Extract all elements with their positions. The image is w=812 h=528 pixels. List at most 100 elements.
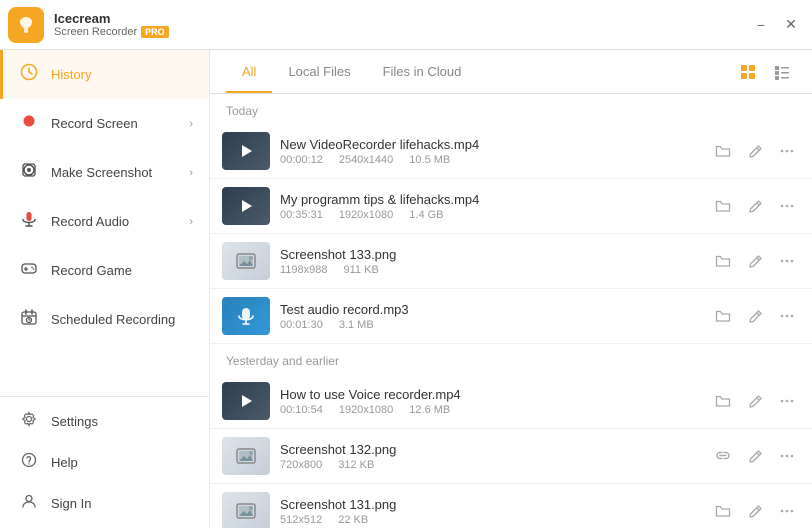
record-screen-icon <box>19 112 39 135</box>
sidebar-item-help[interactable]: Help <box>0 442 209 483</box>
file-name: New VideoRecorder lifehacks.mp4 <box>280 137 700 152</box>
edit-button[interactable] <box>742 443 768 469</box>
scheduled-icon <box>19 308 39 331</box>
app-title: Icecream <box>54 11 169 26</box>
app-branding: Icecream Screen Recorder PRO <box>8 7 169 43</box>
edit-button[interactable] <box>742 248 768 274</box>
file-name: Screenshot 133.png <box>280 247 700 262</box>
chevron-right-icon-3: › <box>189 216 193 228</box>
screenshot-icon <box>19 161 39 184</box>
grid-view-button[interactable] <box>734 58 762 86</box>
file-meta: 00:01:30 3.1 MB <box>280 319 700 331</box>
tab-local-files[interactable]: Local Files <box>272 52 366 93</box>
table-row[interactable]: How to use Voice recorder.mp4 00:10:54 1… <box>210 374 812 429</box>
record-game-icon <box>19 259 39 282</box>
file-duration: 00:35:31 <box>280 209 323 221</box>
file-actions <box>710 443 800 469</box>
sidebar: History Record Screen › <box>0 50 210 528</box>
link-button[interactable] <box>710 443 736 469</box>
more-options-button[interactable] <box>774 303 800 329</box>
file-info: Screenshot 131.png 512x512 22 KB <box>280 497 700 526</box>
list-view-button[interactable] <box>768 58 796 86</box>
edit-button[interactable] <box>742 193 768 219</box>
today-section-header: Today <box>210 94 812 124</box>
file-actions <box>710 248 800 274</box>
file-thumbnail <box>222 297 270 335</box>
app-subtitle: Screen Recorder PRO <box>54 26 169 38</box>
titlebar: Icecream Screen Recorder PRO − ✕ <box>0 0 812 50</box>
file-meta: 00:00:12 2540x1440 10.5 MB <box>280 154 700 166</box>
open-folder-button[interactable] <box>710 388 736 414</box>
file-thumbnail <box>222 437 270 475</box>
file-size: 1.4 GB <box>409 209 443 221</box>
app-title-block: Icecream Screen Recorder PRO <box>54 11 169 38</box>
tab-files-in-cloud[interactable]: Files in Cloud <box>367 52 478 93</box>
sidebar-item-signin[interactable]: Sign In <box>0 483 209 524</box>
minimize-button[interactable]: − <box>748 12 774 38</box>
sidebar-item-scheduled-label: Scheduled Recording <box>51 312 193 327</box>
open-folder-button[interactable] <box>710 303 736 329</box>
open-folder-button[interactable] <box>710 138 736 164</box>
sidebar-item-record-game-label: Record Game <box>51 263 193 278</box>
file-duration: 00:00:12 <box>280 154 323 166</box>
sidebar-item-screenshot-label: Make Screenshot <box>51 165 177 180</box>
sidebar-item-settings[interactable]: Settings <box>0 401 209 442</box>
sidebar-item-record-screen-label: Record Screen <box>51 116 177 131</box>
sidebar-item-signin-label: Sign In <box>51 496 193 511</box>
file-meta: 1198x988 911 KB <box>280 264 700 276</box>
more-options-button[interactable] <box>774 443 800 469</box>
table-row[interactable]: Screenshot 133.png 1198x988 911 KB <box>210 234 812 289</box>
close-button[interactable]: ✕ <box>778 12 804 38</box>
content-area: All Local Files Files in Cloud <box>210 50 812 528</box>
more-options-button[interactable] <box>774 248 800 274</box>
file-meta: 00:10:54 1920x1080 12.6 MB <box>280 404 700 416</box>
app-subtitle-text: Screen Recorder <box>54 26 137 38</box>
edit-button[interactable] <box>742 138 768 164</box>
sidebar-item-help-label: Help <box>51 455 193 470</box>
sidebar-item-history-label: History <box>51 67 193 82</box>
table-row[interactable]: Screenshot 132.png 720x800 312 KB <box>210 429 812 484</box>
open-folder-button[interactable] <box>710 498 736 524</box>
file-duration: 00:10:54 <box>280 404 323 416</box>
file-size: 12.6 MB <box>409 404 450 416</box>
file-size: 312 KB <box>338 459 374 471</box>
record-audio-icon <box>19 210 39 233</box>
file-name: How to use Voice recorder.mp4 <box>280 387 700 402</box>
more-options-button[interactable] <box>774 498 800 524</box>
table-row[interactable]: Test audio record.mp3 00:01:30 3.1 MB <box>210 289 812 344</box>
main-layout: History Record Screen › <box>0 50 812 528</box>
table-row[interactable]: My programm tips & lifehacks.mp4 00:35:3… <box>210 179 812 234</box>
more-options-button[interactable] <box>774 388 800 414</box>
sidebar-item-record-game[interactable]: Record Game <box>0 246 209 295</box>
file-size: 22 KB <box>338 514 368 526</box>
edit-button[interactable] <box>742 498 768 524</box>
table-row[interactable]: Screenshot 131.png 512x512 22 KB <box>210 484 812 528</box>
file-size: 911 KB <box>344 264 379 276</box>
tab-all[interactable]: All <box>226 52 272 93</box>
file-actions <box>710 388 800 414</box>
file-thumbnail <box>222 187 270 225</box>
titlebar-controls: − ✕ <box>748 12 804 38</box>
open-folder-button[interactable] <box>710 248 736 274</box>
more-options-button[interactable] <box>774 138 800 164</box>
table-row[interactable]: New VideoRecorder lifehacks.mp4 00:00:12… <box>210 124 812 179</box>
file-size: 10.5 MB <box>409 154 450 166</box>
more-options-button[interactable] <box>774 193 800 219</box>
file-name: Screenshot 132.png <box>280 442 700 457</box>
file-size: 3.1 MB <box>339 319 374 331</box>
file-info: Screenshot 132.png 720x800 312 KB <box>280 442 700 471</box>
file-thumbnail <box>222 242 270 280</box>
tabs-bar: All Local Files Files in Cloud <box>210 50 812 94</box>
sidebar-item-record-screen[interactable]: Record Screen › <box>0 99 209 148</box>
file-resolution: 2540x1440 <box>339 154 393 166</box>
sidebar-item-screenshot[interactable]: Make Screenshot › <box>0 148 209 197</box>
yesterday-section-header: Yesterday and earlier <box>210 344 812 374</box>
sidebar-item-record-audio[interactable]: Record Audio › <box>0 197 209 246</box>
file-name: My programm tips & lifehacks.mp4 <box>280 192 700 207</box>
file-resolution: 512x512 <box>280 514 322 526</box>
sidebar-item-history[interactable]: History <box>0 50 209 99</box>
edit-button[interactable] <box>742 388 768 414</box>
edit-button[interactable] <box>742 303 768 329</box>
sidebar-item-scheduled[interactable]: Scheduled Recording <box>0 295 209 344</box>
open-folder-button[interactable] <box>710 193 736 219</box>
